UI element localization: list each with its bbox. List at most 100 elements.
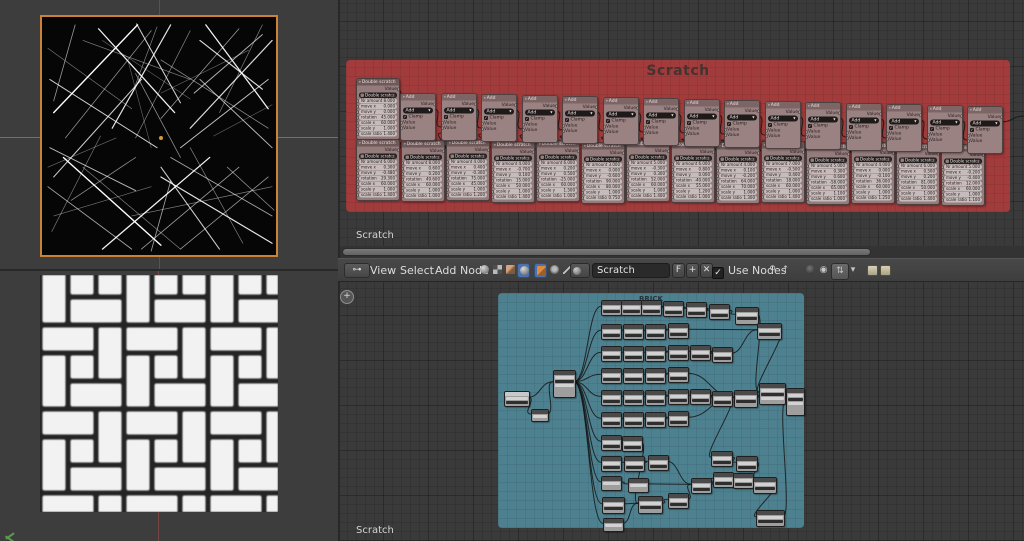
output-value[interactable]: Value [930,113,962,119]
node-header[interactable]: ▾Add [442,94,476,101]
output-value[interactable]: Value [565,104,597,110]
value-field-scale-x[interactable]: scale x 50.000 [492,183,532,189]
copy-nodes-icon[interactable] [865,263,878,278]
input-socket[interactable] [725,133,727,137]
brick-node[interactable] [624,456,645,472]
expand-region-icon[interactable]: + [340,290,354,304]
group-datablock-selector[interactable]: Double scratch2 [449,153,487,159]
clamp-checkbox[interactable]: ✓ Clamp [808,123,838,129]
input-socket[interactable] [762,173,764,177]
input-socket[interactable] [627,161,629,165]
value-field-scale-y[interactable]: scale y 1.500 [537,188,577,193]
value-field-scale-x[interactable]: scale x 65.000 [807,185,847,191]
output-socket[interactable] [474,102,476,106]
output-socket[interactable] [1000,115,1002,119]
input-socket[interactable] [672,173,674,177]
group-node-double-scratch[interactable]: ▾Double scratchValueDouble scratch2Nr am… [716,142,760,204]
input-socket[interactable] [482,122,484,126]
input-socket[interactable] [968,139,970,143]
input-socket[interactable] [762,195,764,199]
value-field-move-x[interactable]: move x -0.300 [627,166,667,171]
value-field-Nr-amount[interactable]: Nr amount 3.000 [582,162,622,168]
input-value[interactable]: Value [928,132,960,137]
group-node-double-scratch[interactable]: ▾Double scratchValueDouble scratch2Nr am… [356,78,400,140]
output-value[interactable]: Value [764,149,804,155]
value-field-rotation[interactable]: rotation 49.600 [402,177,442,182]
value-field-move-x[interactable]: move x 0.000 [357,104,397,109]
input-socket[interactable] [537,167,539,171]
clamp-checkbox[interactable]: ✓ Clamp [484,115,514,121]
input-socket[interactable] [942,165,944,169]
scratch-texture-plane[interactable] [40,15,278,257]
clamp-checkbox[interactable]: ✓ Clamp [727,121,757,127]
input-socket[interactable] [563,129,565,133]
value-field-rotation[interactable]: rotation 64.000 [717,179,757,184]
input-socket[interactable] [447,188,449,192]
output-socket[interactable] [442,149,444,153]
input-socket[interactable] [582,163,584,167]
math-node-add[interactable]: ▾Add Value Add ▾ ✓ Clamp Value Value [684,99,720,147]
node-header[interactable]: ▾Add [644,99,678,106]
input-socket[interactable] [582,180,584,184]
input-socket[interactable] [806,135,808,139]
output-value[interactable]: Value [768,109,800,115]
node-header[interactable]: ▾Add [806,103,840,110]
value-field-rotation[interactable]: rotation 81.000 [897,180,937,185]
input-value[interactable]: Value [928,138,960,143]
brick-node[interactable] [668,389,689,405]
value-field-move-y[interactable]: move y 0.600 [807,174,847,180]
input-socket[interactable] [807,192,809,196]
input-value[interactable]: Value [725,127,757,132]
input-value[interactable]: Value [563,123,595,128]
value-field-scale-ratio[interactable]: scale ratio 1.000 [807,196,847,202]
value-field-Nr-amount[interactable]: Nr amount 8.000 [357,98,397,104]
operation-dropdown[interactable]: Add ▾ [565,110,595,117]
node-header[interactable]: ▾Double scratch [357,140,399,147]
output-value[interactable]: Value [403,101,435,107]
value-field-scale-x[interactable]: scale x 80.000 [582,184,622,190]
input-socket[interactable] [563,124,565,128]
output-socket[interactable] [577,149,579,153]
brick-node[interactable] [601,412,622,428]
input-socket[interactable] [644,131,646,135]
input-value[interactable]: Value [887,131,919,136]
value-field-Nr-amount[interactable]: Nr amount 4.000 [492,161,532,167]
value-field-scale-y[interactable]: scale y 1.000 [717,190,757,195]
brick-node[interactable] [603,518,624,532]
input-socket[interactable] [357,121,359,125]
output-value[interactable]: Value [449,147,489,153]
operation-dropdown[interactable]: Add ▾ [727,114,757,121]
input-socket[interactable] [492,190,494,194]
node-header[interactable]: ▾Add [887,105,921,112]
brick-node[interactable] [623,324,644,340]
output-value[interactable]: Value [484,102,516,108]
input-socket[interactable] [852,191,854,195]
new-tree-button[interactable]: + [686,263,699,278]
input-socket[interactable] [847,131,849,135]
value-field-move-y[interactable]: move y 0.400 [762,172,802,178]
input-socket[interactable] [847,136,849,140]
value-field-move-x[interactable]: move x 0.600 [402,166,442,171]
value-field-scale-x[interactable]: scale x 60.000 [852,184,892,190]
value-field-scale-x[interactable]: scale x 60.000 [402,182,442,188]
value-field-move-y[interactable]: move y 0.000 [357,109,397,115]
brick-node[interactable] [645,368,666,384]
input-socket[interactable] [402,189,404,193]
output-value[interactable]: Value [674,149,714,155]
tree-type-compositing-icon[interactable] [504,263,517,278]
input-socket[interactable] [537,194,539,198]
group-datablock-selector[interactable]: Double scratch2 [404,154,442,160]
node-header[interactable]: ▾Add [685,100,719,107]
render-ball-icon[interactable] [804,263,817,278]
operation-dropdown[interactable]: Add ▾ [687,113,717,120]
clamp-checkbox[interactable]: ✓ Clamp [930,126,960,132]
output-socket[interactable] [847,152,849,156]
value-field-Nr-amount[interactable]: Nr amount 6.000 [897,163,937,169]
value-field-scale-x[interactable]: scale x 70.000 [717,184,757,190]
clamp-checkbox[interactable]: ✓ Clamp [768,122,798,128]
node-header[interactable]: ▾Add [401,94,435,101]
input-socket[interactable] [807,186,809,190]
input-socket[interactable] [442,121,444,125]
brick-node[interactable] [668,411,689,427]
brick-node[interactable] [757,323,782,340]
